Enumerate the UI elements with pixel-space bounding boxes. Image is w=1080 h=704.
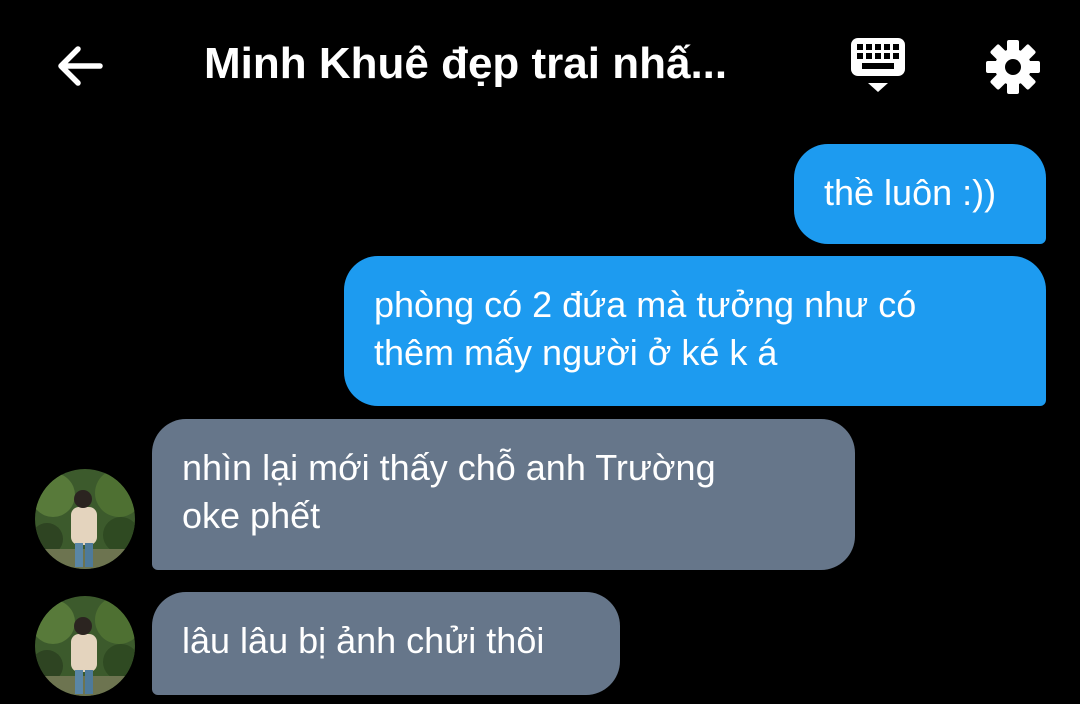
message-line: thề luôn :)) [824,172,997,213]
gear-icon [986,40,1040,94]
conversation-title[interactable]: Minh Khuê đẹp trai nhấ... [204,36,804,92]
contact-avatar[interactable] [35,469,135,569]
outgoing-message[interactable]: phòng có 2 đứa mà tưởng như có thêm mấy … [344,256,1046,406]
back-button[interactable] [50,38,108,94]
keyboard-icon [851,38,905,92]
person-photo-icon [35,469,135,569]
chat-header: Minh Khuê đẹp trai nhấ... [0,0,1080,128]
keyboard-button[interactable] [844,34,912,100]
contact-avatar[interactable] [35,596,135,696]
incoming-message[interactable]: nhìn lại mới thấy chỗ anh Trường oke phế… [152,419,855,570]
message-line: phòng có 2 đứa mà tưởng như có [374,284,917,325]
message-line: oke phết [182,495,321,536]
message-line: thêm mấy người ở ké k á [374,332,778,373]
arrow-left-icon [58,46,103,86]
message-line: lâu lâu bị ảnh chửi thôi [182,620,545,661]
message-line: nhìn lại mới thấy chỗ anh Trường [182,447,716,488]
settings-button[interactable] [982,36,1044,98]
person-photo-icon [35,596,135,696]
outgoing-message[interactable]: thề luôn :)) [794,144,1046,244]
incoming-message[interactable]: lâu lâu bị ảnh chửi thôi [152,592,620,695]
